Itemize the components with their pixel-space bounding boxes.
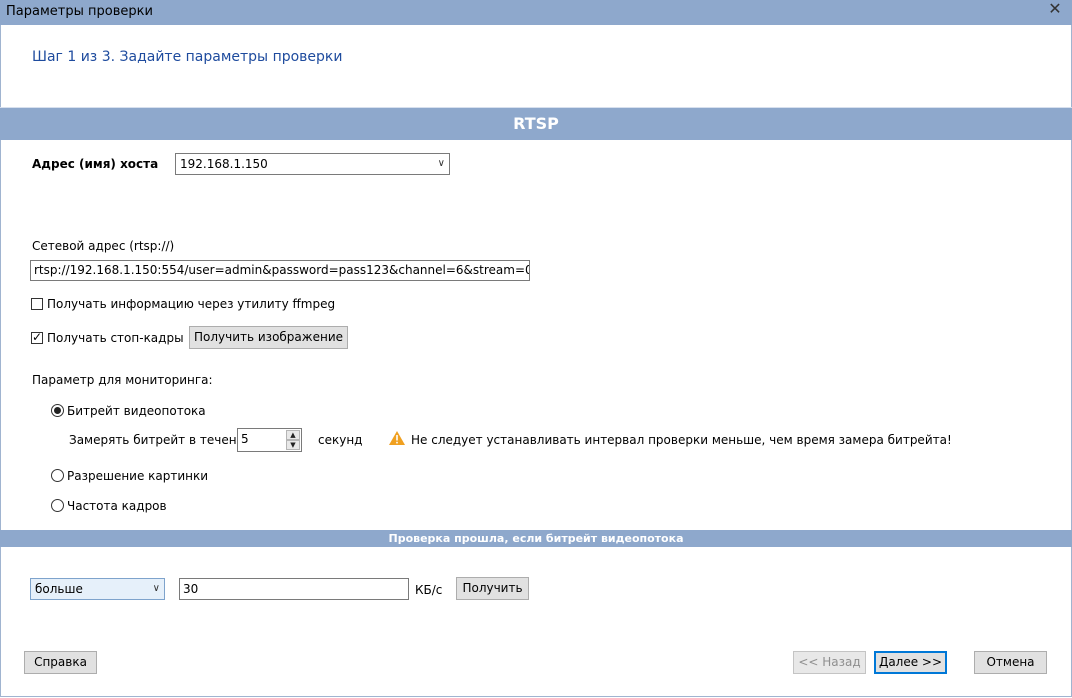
snapshot-label: Получать стоп-кадры: [47, 331, 184, 345]
warning-icon: [389, 431, 405, 445]
radio-bitrate[interactable]: [51, 404, 64, 417]
network-address-label: Сетевой адрес (rtsp://): [32, 239, 175, 253]
measure-spinbox[interactable]: 5 ▲ ▼: [237, 428, 302, 452]
ffmpeg-label: Получать информацию через утилиту ffmpeg: [47, 297, 336, 311]
radio-bitrate-label: Битрейт видеопотока: [67, 404, 206, 418]
spin-down-icon[interactable]: ▼: [286, 440, 300, 450]
host-combobox[interactable]: 192.168.1.150 ∨: [175, 153, 450, 175]
measure-value: 5: [241, 432, 249, 446]
section-header-rtsp: RTSP: [0, 107, 1072, 140]
next-button[interactable]: Далее >>: [874, 651, 947, 674]
warning-text: Не следует устанавливать интервал провер…: [411, 433, 952, 447]
chevron-down-icon[interactable]: ∨: [438, 154, 445, 174]
cancel-button[interactable]: Отмена: [974, 651, 1047, 674]
radio-framerate-label: Частота кадров: [67, 499, 167, 513]
network-address-input[interactable]: rtsp://192.168.1.150:554/user=admin&pass…: [30, 260, 530, 281]
threshold-unit: КБ/с: [415, 583, 443, 597]
radio-resolution[interactable]: [51, 469, 64, 482]
window-title: Параметры проверки: [6, 4, 153, 19]
monitoring-label: Параметр для мониторинга:: [32, 373, 213, 387]
help-button[interactable]: Справка: [24, 651, 97, 674]
back-button[interactable]: << Назад: [793, 651, 866, 674]
step-title: Шаг 1 из 3. Задайте параметры проверки: [32, 49, 343, 65]
radio-framerate[interactable]: [51, 499, 64, 512]
measure-label: Замерять битрейт в течение: [69, 433, 252, 447]
operator-value: больше: [35, 582, 83, 596]
radio-resolution-label: Разрешение картинки: [67, 469, 209, 483]
close-icon[interactable]: ✕: [1045, 0, 1065, 20]
threshold-input[interactable]: 30: [179, 578, 409, 600]
spin-up-icon[interactable]: ▲: [286, 430, 300, 440]
snapshot-checkbox[interactable]: [31, 330, 43, 344]
measure-unit: секунд: [318, 433, 363, 447]
section-header-pass: Проверка прошла, если битрейт видеопоток…: [0, 530, 1072, 547]
get-value-button[interactable]: Получить: [456, 577, 529, 600]
host-value: 192.168.1.150: [180, 157, 268, 171]
title-bar: Параметры проверки ✕: [0, 0, 1072, 25]
host-label: Адрес (имя) хоста: [32, 157, 159, 171]
get-image-button[interactable]: Получить изображение: [189, 326, 348, 349]
ffmpeg-checkbox[interactable]: [31, 298, 43, 310]
operator-combobox[interactable]: больше ∨: [30, 578, 165, 600]
chevron-down-icon[interactable]: ∨: [153, 579, 160, 599]
